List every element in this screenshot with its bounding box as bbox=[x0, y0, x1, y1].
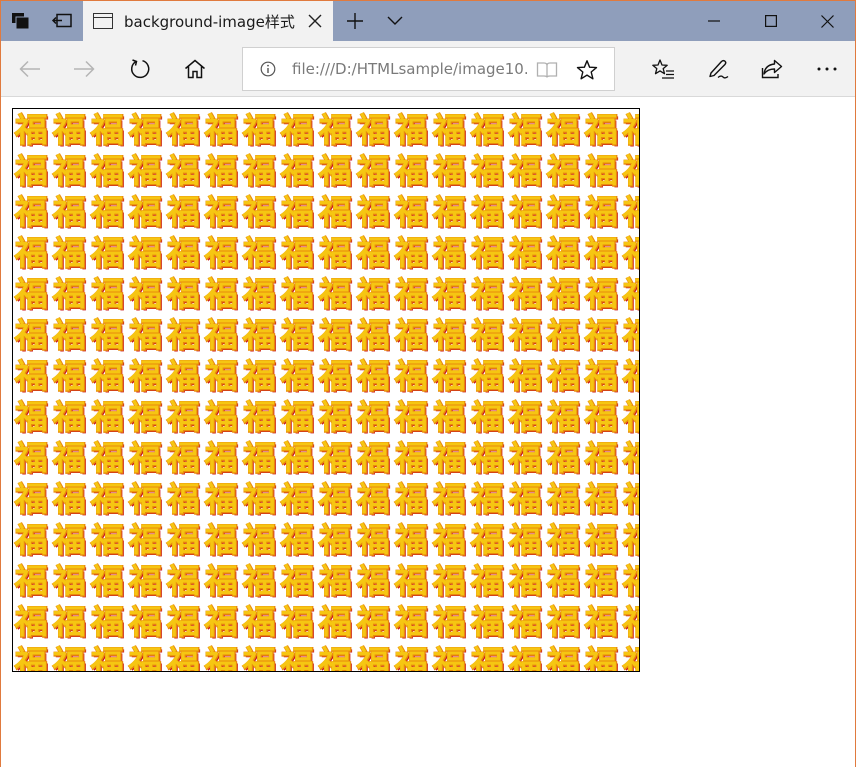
info-icon[interactable] bbox=[260, 61, 276, 77]
show-tabs-icon[interactable] bbox=[42, 1, 82, 41]
chevron-down-icon[interactable] bbox=[375, 1, 415, 41]
arrow-right-icon[interactable] bbox=[64, 49, 104, 89]
address-bar[interactable]: file:///D:/HTMLsample/image10. bbox=[242, 47, 615, 91]
minimize-icon[interactable] bbox=[685, 1, 742, 41]
arrow-left-icon[interactable] bbox=[10, 49, 50, 89]
page-icon bbox=[93, 13, 113, 29]
star-icon[interactable] bbox=[575, 58, 599, 82]
tab-title: background-image样式 bbox=[124, 12, 295, 31]
navigation-bar: file:///D:/HTMLsample/image10. bbox=[1, 41, 855, 97]
refresh-icon[interactable] bbox=[120, 49, 160, 89]
tab-set-aside-icon[interactable] bbox=[1, 1, 41, 41]
address-input[interactable]: file:///D:/HTMLsample/image10. bbox=[292, 60, 527, 78]
more-icon[interactable] bbox=[807, 49, 847, 89]
browser-window: background-image样式 file:///D:/HTMLsample… bbox=[0, 0, 856, 767]
pen-icon[interactable] bbox=[698, 49, 738, 89]
book-icon[interactable] bbox=[535, 58, 559, 82]
page-content bbox=[1, 98, 855, 767]
favorites-list-icon[interactable] bbox=[643, 49, 683, 89]
maximize-icon[interactable] bbox=[742, 1, 799, 41]
share-icon[interactable] bbox=[752, 49, 792, 89]
new-tab-icon[interactable] bbox=[335, 1, 375, 41]
tab-bar: background-image样式 bbox=[1, 1, 855, 41]
close-icon[interactable] bbox=[305, 11, 325, 31]
tab-active[interactable]: background-image样式 bbox=[83, 1, 333, 41]
background-image-box bbox=[12, 108, 640, 672]
close-window-icon[interactable] bbox=[799, 1, 856, 41]
home-icon[interactable] bbox=[175, 49, 215, 89]
